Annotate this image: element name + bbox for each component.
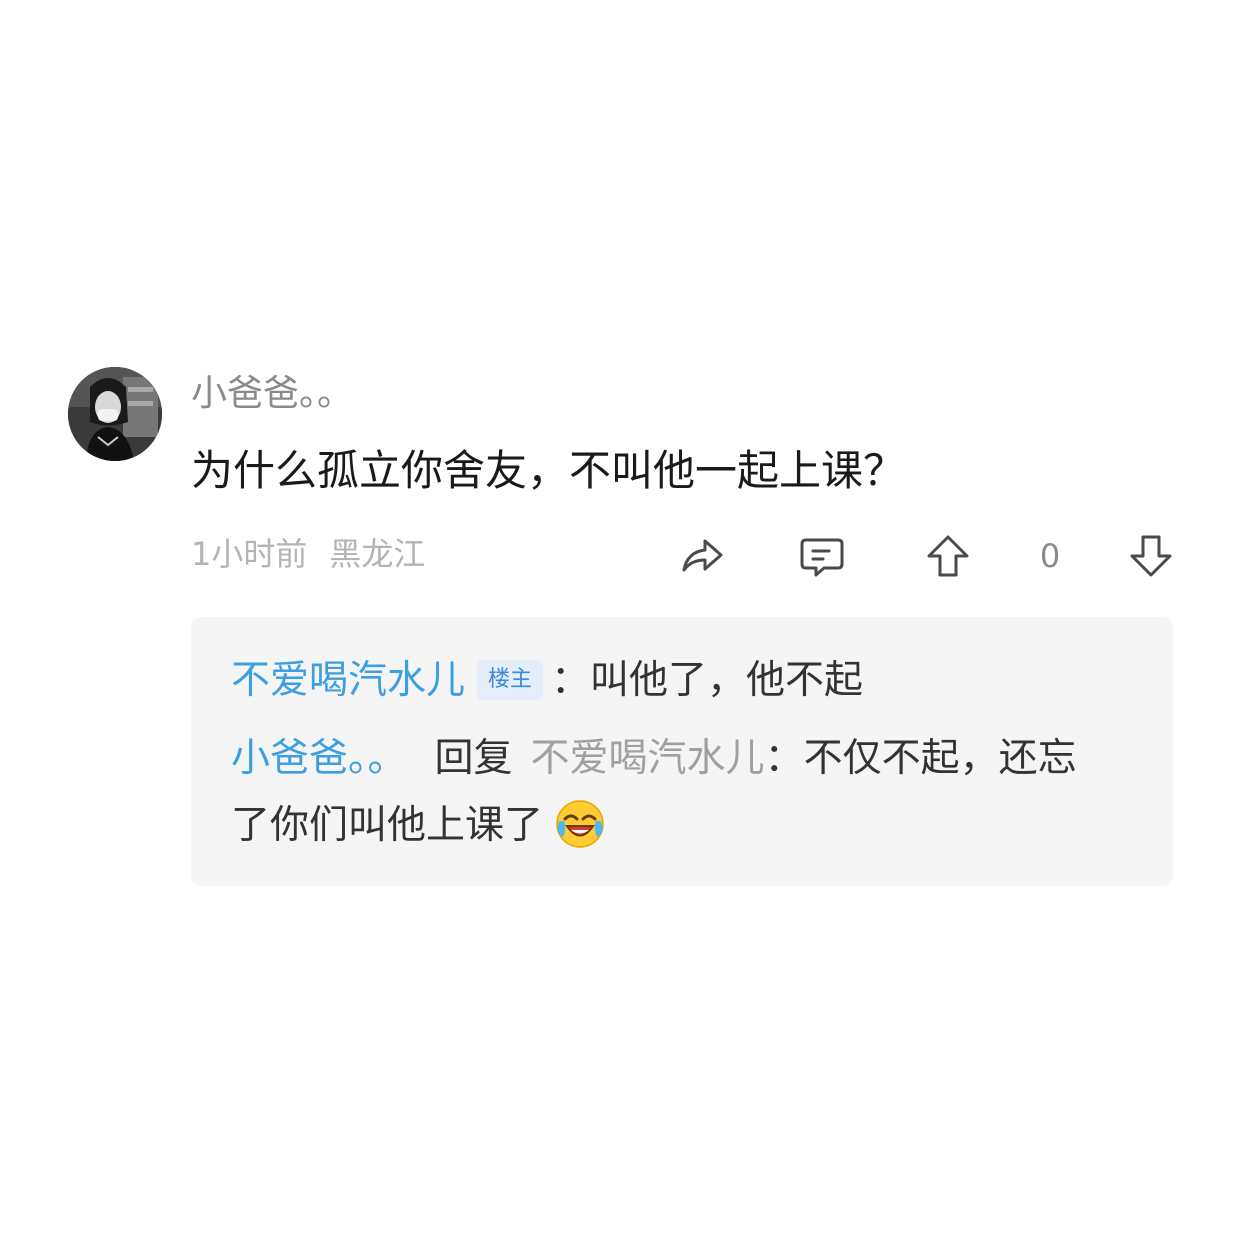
reply-button[interactable]	[798, 532, 846, 580]
reply-text-line1: 不仅不起，还忘	[803, 736, 1077, 781]
op-badge: 楼主	[477, 659, 544, 700]
comment-meta: 1小时前 黑龙江	[191, 532, 425, 576]
reply-text-line2: 了你们叫他上课了	[231, 803, 544, 848]
reply-text: 叫他了，他不起	[590, 658, 864, 703]
arrow-up-icon	[927, 535, 969, 577]
comment-text: 为什么孤立你舍友，不叫他一起上课？	[191, 446, 906, 495]
reply-to-user[interactable]: 不爱喝汽水儿	[531, 736, 765, 781]
share-icon	[682, 539, 723, 572]
arrow-down-icon	[1130, 535, 1172, 577]
comment-item: 小爸爸。。 为什么孤立你舍友，不叫他一起上课？ 1小时前 黑龙江 0 不爱喝汽水儿…	[0, 0, 1242, 1242]
reply-separator: ：	[551, 658, 591, 703]
reply-word: 回复	[434, 736, 513, 781]
reply-author[interactable]: 不爱喝汽水儿	[231, 658, 465, 703]
comment-location: 黑龙江	[329, 535, 426, 573]
upvote-button[interactable]	[924, 532, 972, 580]
vote-count: 0	[1039, 537, 1061, 575]
reply-item: 不爱喝汽水儿 楼主 ：叫他了，他不起	[231, 648, 863, 714]
avatar[interactable]	[68, 367, 162, 461]
reply-item: 小爸爸。。 回复 不爱喝汽水儿：不仅不起，还忘	[231, 726, 1077, 792]
share-button[interactable]	[678, 532, 726, 580]
reply-author[interactable]: 小爸爸。。	[231, 736, 407, 781]
downvote-button[interactable]	[1127, 532, 1175, 580]
reply-separator: ：	[764, 736, 804, 781]
comment-bubble-icon	[800, 538, 844, 577]
laughing-tears-emoji-icon	[555, 799, 605, 849]
comment-username[interactable]: 小爸爸。。	[191, 370, 353, 418]
avatar-image	[68, 367, 162, 461]
reply-item-continued: 了你们叫他上课了	[231, 793, 605, 859]
comment-time: 1小时前	[191, 535, 308, 573]
